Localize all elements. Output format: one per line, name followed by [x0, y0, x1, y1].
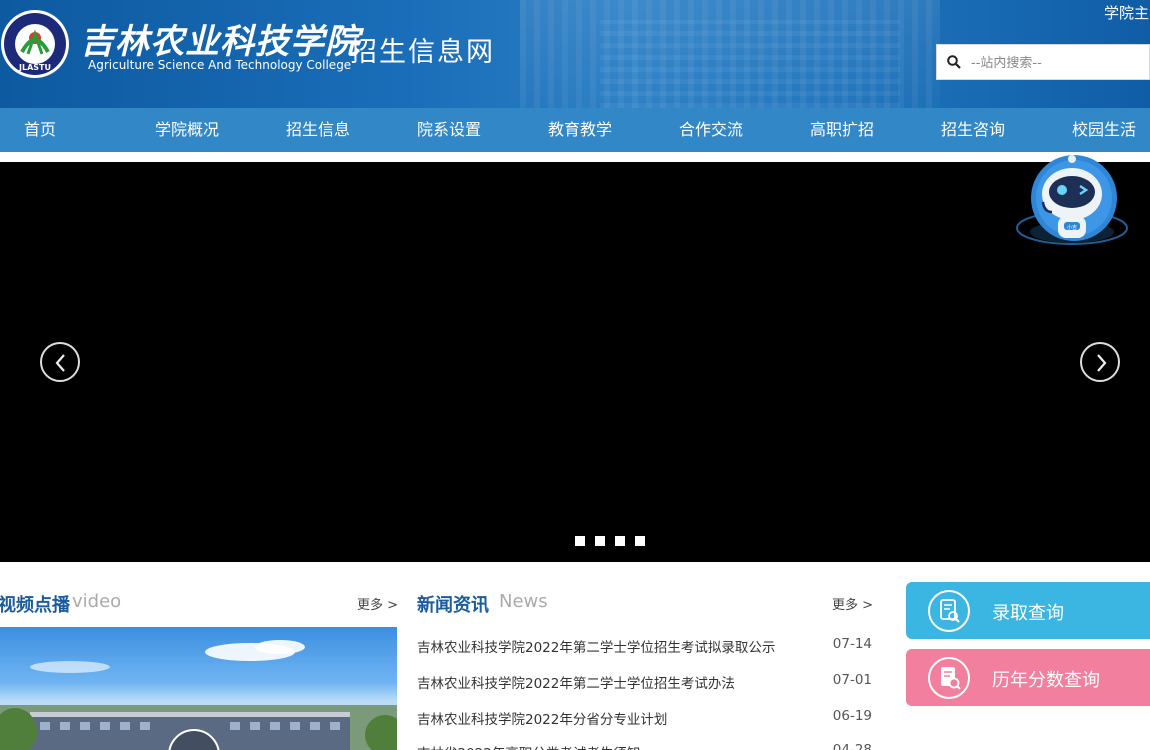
admission-query-label: 录取查询	[992, 603, 1064, 624]
nav-item-vocational[interactable]: 高职扩招	[810, 108, 874, 152]
video-section-title: 视频点播	[0, 595, 70, 616]
news-item-date: 04-28	[832, 742, 872, 750]
school-logo[interactable]: JLASTU	[0, 4, 70, 84]
carousel-next-button[interactable]	[1080, 342, 1120, 382]
carousel-dot-3[interactable]	[615, 536, 625, 546]
site-title: 招生信息网	[350, 37, 495, 68]
nav-item-consulting[interactable]: 招生咨询	[941, 108, 1005, 152]
search-icon[interactable]	[947, 55, 961, 69]
header-background-windows	[600, 20, 900, 108]
news-item-title[interactable]: 吉林农业科技学院2022年分省分专业计划	[417, 708, 667, 728]
carousel-dot-1[interactable]	[575, 536, 585, 546]
nav-item-admissions[interactable]: 招生信息	[286, 108, 350, 152]
nav-item-departments[interactable]: 院系设置	[417, 108, 481, 152]
news-item[interactable]: 吉林省2022年高职分类考试考生须知 04-28	[417, 742, 872, 750]
search-document-icon	[928, 590, 970, 632]
main-nav: 首页 学院概况 招生信息 院系设置 教育教学 合作交流 高职扩招 招生咨询 校园…	[0, 108, 1150, 152]
news-item-title[interactable]: 吉林农业科技学院2022年第二学士学位招生考试办法	[417, 672, 735, 692]
search-box	[936, 44, 1150, 80]
nav-item-about[interactable]: 学院概况	[155, 108, 219, 152]
header: JLASTU 吉林农业科技学院 Agriculture Science And …	[0, 0, 1150, 108]
score-query-label: 历年分数查询	[992, 670, 1100, 691]
robot-assistant-icon[interactable]: 小吉	[1010, 150, 1130, 260]
school-name-en: Agriculture Science And Technology Colle…	[88, 58, 352, 72]
logo-text: JLASTU	[18, 63, 51, 72]
carousel-prev-button[interactable]	[40, 342, 80, 382]
news-section-title: 新闻资讯	[417, 595, 489, 616]
news-item[interactable]: 吉林农业科技学院2022年第二学士学位招生考试办法 07-01	[417, 672, 872, 692]
carousel-dot-4[interactable]	[635, 536, 645, 546]
search-input[interactable]	[971, 51, 1146, 75]
banner-carousel[interactable]	[0, 162, 1150, 562]
news-item-date: 06-19	[832, 708, 872, 724]
news-item-date: 07-01	[832, 672, 872, 688]
news-item[interactable]: 吉林农业科技学院2022年分省分专业计划 06-19	[417, 708, 872, 728]
news-item[interactable]: 吉林农业科技学院2022年第二学士学位招生考试拟录取公示 07-14	[417, 636, 872, 656]
admission-query-button[interactable]: 录取查询	[906, 582, 1150, 639]
chevron-right-icon	[1097, 354, 1107, 372]
score-query-button[interactable]: 历年分数查询	[906, 649, 1150, 706]
nav-item-cooperation[interactable]: 合作交流	[679, 108, 743, 152]
homepage-link[interactable]: 学院主	[1104, 2, 1149, 23]
nav-item-home[interactable]: 首页	[24, 108, 56, 152]
news-more-link[interactable]: 更多 >	[832, 594, 873, 613]
news-section-subtitle: News	[499, 591, 548, 612]
news-item-date: 07-14	[832, 636, 872, 652]
nav-item-campus-life[interactable]: 校园生活	[1072, 108, 1136, 152]
robot-badge-text: 小吉	[1067, 224, 1077, 231]
news-item-title[interactable]: 吉林农业科技学院2022年第二学士学位招生考试拟录取公示	[417, 636, 775, 656]
news-item-title[interactable]: 吉林省2022年高职分类考试考生须知	[417, 742, 640, 750]
video-thumbnail[interactable]	[0, 627, 397, 750]
chevron-left-icon	[55, 354, 65, 372]
video-more-link[interactable]: 更多 >	[357, 594, 398, 613]
carousel-dot-2[interactable]	[595, 536, 605, 546]
nav-item-education[interactable]: 教育教学	[548, 108, 612, 152]
score-document-icon	[928, 657, 970, 699]
school-name: 吉林农业科技学院	[80, 22, 360, 62]
video-section-subtitle: video	[72, 591, 122, 612]
